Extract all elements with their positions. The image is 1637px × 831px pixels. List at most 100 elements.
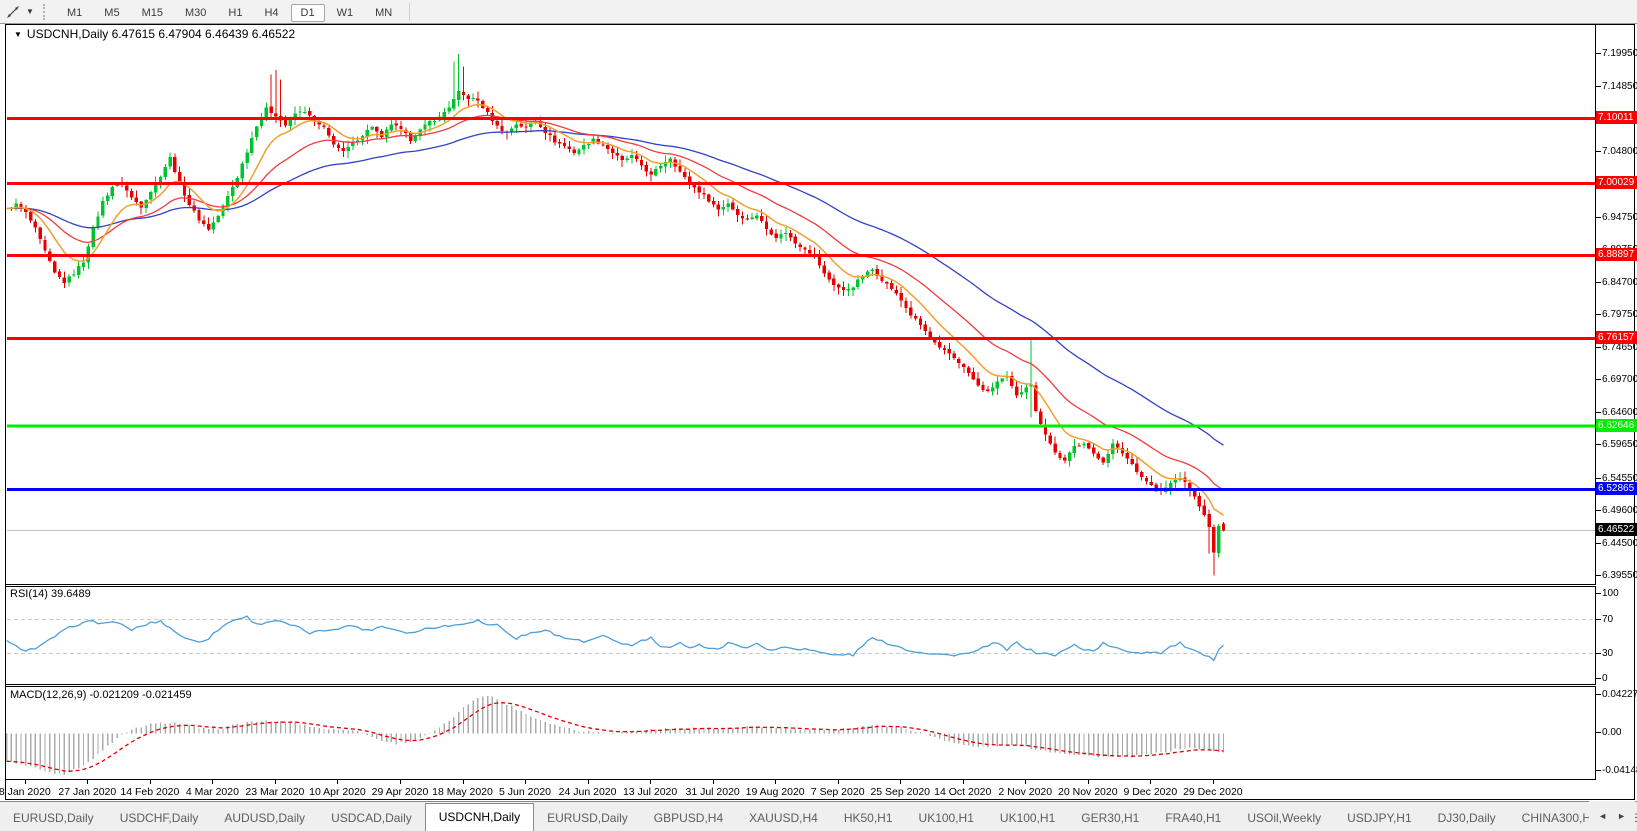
- chart-tab-usoil-weekly[interactable]: USOil,Weekly: [1234, 806, 1334, 831]
- timeframe-button-m5[interactable]: M5: [94, 4, 129, 22]
- candle-down: [1222, 524, 1225, 531]
- candle-up: [1217, 526, 1220, 553]
- chart-symbol-timeframe: USDCNH,Daily: [27, 27, 108, 41]
- candle-down: [640, 160, 643, 165]
- candle-up: [447, 108, 450, 112]
- timeframe-button-mn[interactable]: MN: [365, 4, 402, 22]
- candle-down: [178, 172, 181, 182]
- candle-down: [972, 372, 975, 379]
- candle-down: [327, 128, 330, 135]
- rsi-label: RSI(14) 39.6489: [10, 588, 91, 600]
- date-label: 7 Sep 2020: [811, 786, 865, 798]
- chart-title: ▼USDCNH,Daily 6.47615 6.47904 6.46439 6.…: [14, 27, 295, 41]
- candle-down: [135, 197, 138, 202]
- candle-up: [82, 262, 85, 267]
- candle-up: [231, 187, 234, 196]
- chart-tab-fra40-h1[interactable]: FRA40,H1: [1152, 806, 1234, 831]
- level-price-label: 7.10011: [1596, 111, 1637, 124]
- candle-up: [856, 280, 859, 287]
- date-label: 23 Mar 2020: [245, 786, 304, 798]
- axis-tick: [1596, 86, 1601, 87]
- candle-down: [799, 245, 802, 248]
- timeframe-button-h1[interactable]: H1: [218, 4, 252, 22]
- chart-tab-hk50-h1[interactable]: HK50,H1: [831, 806, 906, 831]
- timeframe-button-m1[interactable]: M1: [57, 4, 92, 22]
- chart-title-dropdown-icon[interactable]: ▼: [14, 30, 22, 39]
- candle-down: [957, 359, 960, 363]
- candle-up: [871, 269, 874, 271]
- cursor-tool-icon[interactable]: [3, 3, 23, 21]
- chart-tab-eurusd-daily[interactable]: EURUSD,Daily: [534, 806, 641, 831]
- level-price-label: 7.00029: [1596, 176, 1637, 189]
- axis-tick: [1596, 444, 1601, 445]
- chart-tab-gbpusd-h4[interactable]: GBPUSD,H4: [641, 806, 736, 831]
- timeframe-button-m30[interactable]: M30: [175, 4, 216, 22]
- axis-tick: [1596, 770, 1601, 771]
- candle-down: [322, 125, 325, 127]
- candle-up: [96, 216, 99, 227]
- candle-down: [1102, 458, 1105, 463]
- candle-down: [308, 111, 311, 115]
- date-label: 25 Sep 2020: [870, 786, 930, 798]
- candle-up: [370, 127, 373, 129]
- chart-tab-uk100-h1[interactable]: UK100,H1: [987, 806, 1068, 831]
- axis-tick: [1596, 593, 1601, 594]
- candle-up: [414, 136, 417, 141]
- chart-tab-uk100-h1[interactable]: UK100,H1: [906, 806, 987, 831]
- candlestick-plot[interactable]: [6, 25, 1595, 584]
- candle-up: [101, 201, 104, 215]
- chart-tab-xauusd-h4[interactable]: XAUUSD,H4: [736, 806, 831, 831]
- candle-down: [1087, 443, 1090, 449]
- macd-plot[interactable]: [6, 687, 1595, 779]
- date-label: 8 Jan 2020: [0, 786, 51, 798]
- rsi-plot[interactable]: [6, 587, 1595, 684]
- trading-terminal: ▼ M1M5M15M30H1H4D1W1MN ▼ USDCNH,Daily 6.4…: [0, 0, 1637, 830]
- timeframe-button-w1[interactable]: W1: [327, 4, 364, 22]
- candle-down: [967, 368, 970, 373]
- chart-tab-eurusd-daily[interactable]: EURUSD,Daily: [0, 806, 107, 831]
- candle-down: [476, 98, 479, 100]
- chart-tab-usdjpy-h1[interactable]: USDJPY,H1: [1334, 806, 1424, 831]
- rsi-pane[interactable]: [5, 586, 1596, 685]
- price-chart-pane[interactable]: [5, 24, 1596, 585]
- candle-down: [394, 124, 397, 126]
- candle-down: [524, 127, 527, 128]
- price-tick-label: 6.44500: [1602, 538, 1637, 549]
- candle-down: [1212, 527, 1215, 552]
- tab-scroll-left-icon[interactable]: ◄: [1593, 809, 1612, 823]
- date-tick: [212, 780, 213, 784]
- date-label: 10 Apr 2020: [309, 786, 366, 798]
- candle-up: [582, 145, 585, 150]
- candle-down: [34, 221, 37, 227]
- axis-tick: [1596, 379, 1601, 380]
- date-tick: [1150, 780, 1151, 784]
- macd-tick-label: 0.00: [1602, 727, 1621, 738]
- candle-down: [683, 172, 686, 177]
- candle-up: [423, 125, 426, 130]
- toolbar-grip[interactable]: [43, 4, 48, 20]
- date-label: 18 May 2020: [432, 786, 493, 798]
- tab-scroll-right-icon[interactable]: ►: [1612, 809, 1631, 823]
- chart-tab-usdchf-daily[interactable]: USDCHF,Daily: [107, 806, 212, 831]
- chart-tab-ger30-h1[interactable]: GER30,H1: [1068, 806, 1152, 831]
- chart-tab-usdcad-daily[interactable]: USDCAD,Daily: [318, 806, 425, 831]
- macd-tick-label: -0.04148: [1602, 765, 1637, 776]
- timeframe-button-h4[interactable]: H4: [254, 4, 288, 22]
- candle-down: [269, 107, 272, 114]
- chart-tab-dj30-daily[interactable]: DJ30,Daily: [1425, 806, 1509, 831]
- macd-pane[interactable]: [5, 686, 1596, 780]
- timeframe-button-m15[interactable]: M15: [132, 4, 173, 22]
- candle-down: [943, 348, 946, 350]
- candle-down: [1198, 496, 1201, 506]
- chart-tab-audusd-daily[interactable]: AUDUSD,Daily: [211, 806, 318, 831]
- candle-up: [164, 167, 167, 177]
- timeframe-button-d1[interactable]: D1: [291, 4, 325, 22]
- chart-tab-usdcnh-daily[interactable]: USDCNH,Daily: [425, 803, 534, 831]
- rsi-tick-label: 100: [1602, 588, 1619, 599]
- date-tick: [337, 780, 338, 784]
- chevron-down-icon[interactable]: ▼: [23, 7, 37, 16]
- candle-up: [1082, 443, 1085, 445]
- date-label: 2 Nov 2020: [998, 786, 1052, 798]
- date-tick: [1213, 780, 1214, 784]
- candle-down: [39, 227, 42, 239]
